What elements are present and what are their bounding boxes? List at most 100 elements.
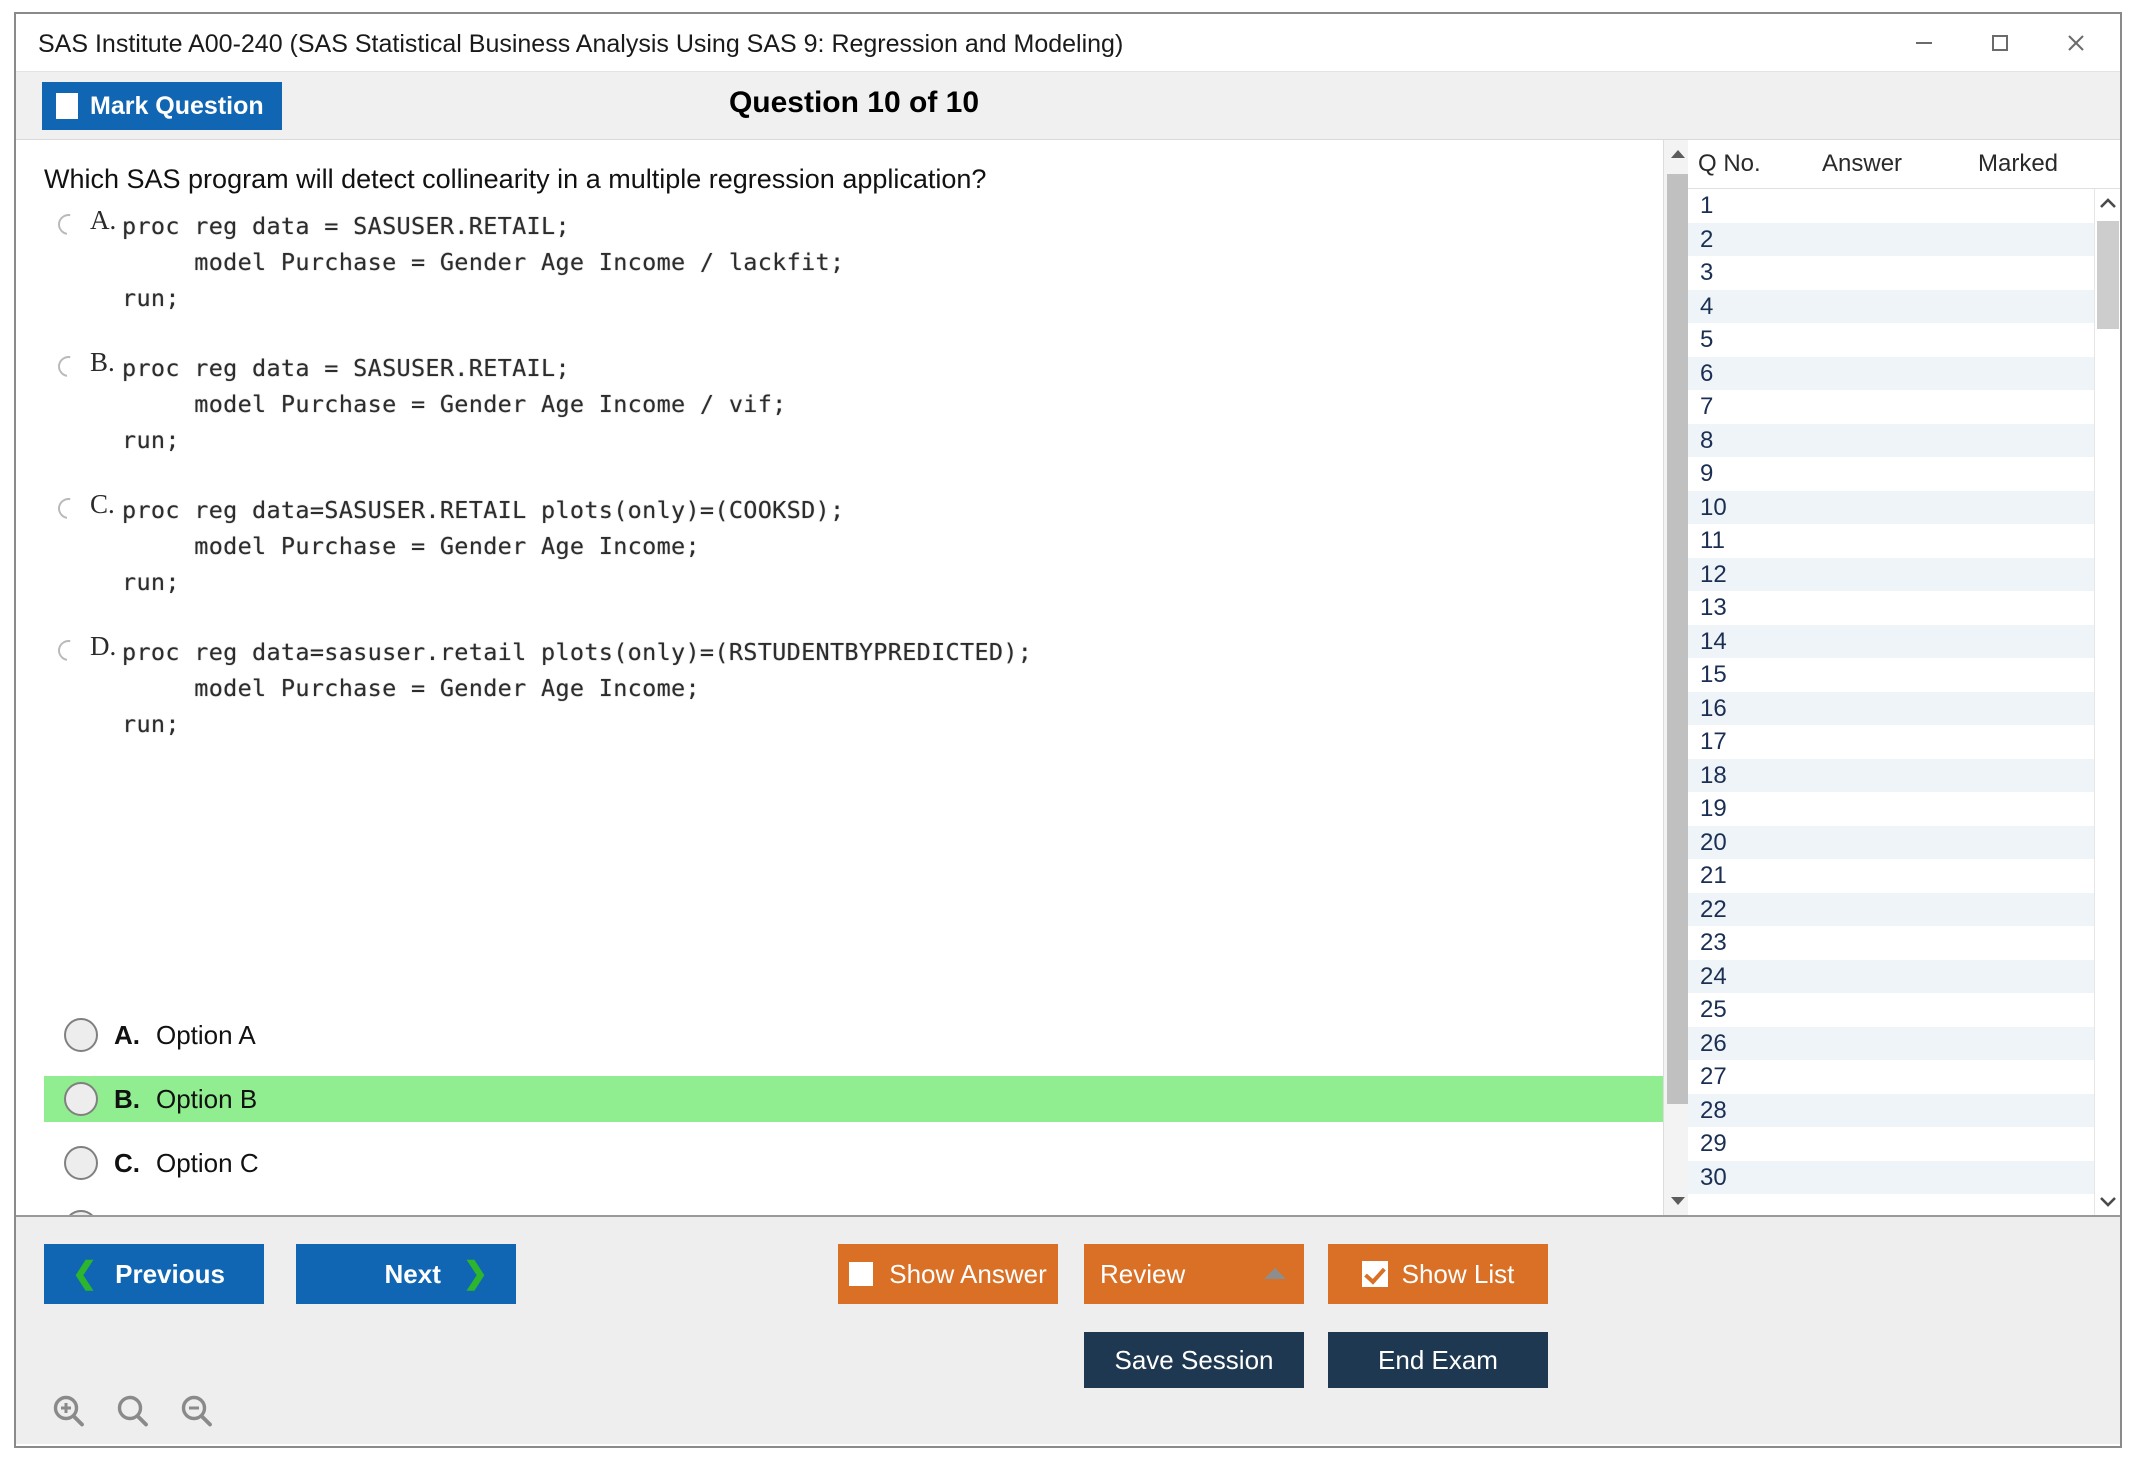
question-list-row[interactable]: 10 (1688, 491, 2094, 525)
question-number-cell: 17 (1700, 728, 1727, 756)
list-scroll-up-icon[interactable] (2095, 191, 2120, 217)
zoom-out-icon[interactable] (174, 1389, 220, 1435)
question-number-cell: 14 (1700, 628, 1727, 656)
exam-body: Which SAS program will detect collineari… (16, 140, 2120, 1215)
question-number-cell: 9 (1700, 460, 1713, 488)
code-option-letter: C. (90, 489, 115, 520)
show-answer-label: Show Answer (889, 1259, 1047, 1290)
show-answer-button[interactable]: Show Answer (838, 1244, 1058, 1304)
next-button[interactable]: Next ❯ (296, 1244, 516, 1304)
answer-row-d[interactable]: D. Option D (44, 1204, 1664, 1215)
question-list-row[interactable]: 6 (1688, 357, 2094, 391)
code-option-a[interactable]: A. proc reg data = SASUSER.RETAIL; model… (44, 208, 1644, 316)
radio-button-icon[interactable] (64, 1082, 98, 1116)
question-list-row[interactable]: 4 (1688, 290, 2094, 324)
show-list-button[interactable]: Show List (1328, 1244, 1548, 1304)
chevron-up-icon (1264, 1268, 1286, 1279)
save-session-label: Save Session (1115, 1345, 1274, 1376)
list-scroll-down-icon[interactable] (2095, 1188, 2120, 1214)
question-number-cell: 15 (1700, 661, 1727, 689)
answer-row-letter: A. (114, 1020, 140, 1051)
code-option-text: proc reg data = SASUSER.RETAIL; model Pu… (122, 208, 1644, 316)
code-option-c[interactable]: C. proc reg data=SASUSER.RETAIL plots(on… (44, 492, 1644, 600)
end-exam-button[interactable]: End Exam (1328, 1332, 1548, 1388)
answer-choice-list: A. Option A B. Option B C. Option C D. O… (44, 1012, 1664, 1215)
zoom-in-icon[interactable] (46, 1389, 92, 1435)
previous-button[interactable]: ❮ Previous (44, 1244, 264, 1304)
question-number-cell: 1 (1700, 192, 1713, 220)
question-number-cell: 23 (1700, 929, 1727, 957)
end-exam-label: End Exam (1378, 1345, 1498, 1376)
question-list-row[interactable]: 24 (1688, 960, 2094, 994)
question-list-row[interactable]: 15 (1688, 658, 2094, 692)
answer-row-text: Option B (156, 1084, 257, 1115)
question-list-row[interactable]: 18 (1688, 759, 2094, 793)
question-list-row[interactable]: 2 (1688, 223, 2094, 257)
question-list-body: 1234567891011121314151617181920212223242… (1688, 189, 2120, 1216)
question-number-cell: 2 (1700, 226, 1713, 254)
question-number-cell: 20 (1700, 829, 1727, 857)
question-number-cell: 8 (1700, 427, 1713, 455)
question-number-cell: 22 (1700, 896, 1727, 924)
close-button[interactable] (2038, 14, 2114, 72)
scanned-radio-icon (54, 210, 83, 239)
question-list-scrollbar[interactable] (2094, 189, 2120, 1216)
code-option-letter: D. (90, 631, 116, 662)
code-option-text: proc reg data=sasuser.retail plots(only)… (122, 634, 1644, 742)
list-scrollbar-thumb[interactable] (2097, 221, 2119, 329)
show-list-label: Show List (1402, 1259, 1515, 1290)
radio-button-icon[interactable] (64, 1146, 98, 1180)
question-list-row[interactable]: 21 (1688, 859, 2094, 893)
question-list-row[interactable]: 7 (1688, 390, 2094, 424)
answer-row-letter: B. (114, 1084, 140, 1115)
code-option-b[interactable]: B. proc reg data = SASUSER.RETAIL; model… (44, 350, 1644, 458)
answer-row-c[interactable]: C. Option C (44, 1140, 1664, 1186)
question-number-cell: 30 (1700, 1164, 1727, 1192)
question-list-row[interactable]: 25 (1688, 993, 2094, 1027)
exam-header: Mark Question Question 10 of 10 (16, 72, 2120, 140)
save-session-button[interactable]: Save Session (1084, 1332, 1304, 1388)
code-option-d[interactable]: D. proc reg data=sasuser.retail plots(on… (44, 634, 1644, 742)
question-list-row[interactable]: 3 (1688, 256, 2094, 290)
review-dropdown[interactable]: Review (1084, 1244, 1304, 1304)
question-number-cell: 25 (1700, 996, 1727, 1024)
question-pane-scrollbar[interactable] (1663, 140, 1691, 1215)
question-list-row[interactable]: 8 (1688, 424, 2094, 458)
question-list-row[interactable]: 28 (1688, 1094, 2094, 1128)
answer-row-text: Option A (156, 1020, 256, 1051)
question-list-row[interactable]: 13 (1688, 591, 2094, 625)
chevron-right-icon: ❯ (463, 1259, 488, 1289)
minimize-button[interactable] (1886, 14, 1962, 72)
window-titlebar: SAS Institute A00-240 (SAS Statistical B… (16, 14, 2120, 72)
question-number-cell: 18 (1700, 762, 1727, 790)
show-answer-checkbox-icon (849, 1262, 873, 1286)
answer-row-a[interactable]: A. Option A (44, 1012, 1664, 1058)
question-pane: Which SAS program will detect collineari… (16, 140, 1692, 1215)
radio-button-icon[interactable] (64, 1018, 98, 1052)
question-list-row[interactable]: 5 (1688, 323, 2094, 357)
question-list-row[interactable]: 26 (1688, 1027, 2094, 1061)
scrollbar-thumb[interactable] (1667, 174, 1689, 1104)
question-list-row[interactable]: 29 (1688, 1127, 2094, 1161)
question-list-row[interactable]: 30 (1688, 1161, 2094, 1195)
show-list-checkbox-icon (1362, 1261, 1388, 1287)
answer-row-b[interactable]: B. Option B (44, 1076, 1664, 1122)
question-list-row[interactable]: 27 (1688, 1060, 2094, 1094)
zoom-reset-icon[interactable] (110, 1389, 156, 1435)
question-list-row[interactable]: 19 (1688, 792, 2094, 826)
question-list-row[interactable]: 14 (1688, 625, 2094, 659)
question-list-row[interactable]: 20 (1688, 826, 2094, 860)
question-list-row[interactable]: 17 (1688, 725, 2094, 759)
question-number-cell: 13 (1700, 594, 1727, 622)
maximize-button[interactable] (1962, 14, 2038, 72)
column-header-answer: Answer (1822, 150, 1902, 178)
question-list-row[interactable]: 12 (1688, 558, 2094, 592)
question-list-row[interactable]: 23 (1688, 926, 2094, 960)
scanned-radio-icon (54, 494, 83, 523)
column-header-qno: Q No. (1698, 150, 1761, 178)
question-list-row[interactable]: 11 (1688, 524, 2094, 558)
question-list-row[interactable]: 22 (1688, 893, 2094, 927)
question-list-row[interactable]: 1 (1688, 189, 2094, 223)
question-list-row[interactable]: 9 (1688, 457, 2094, 491)
question-list-row[interactable]: 16 (1688, 692, 2094, 726)
